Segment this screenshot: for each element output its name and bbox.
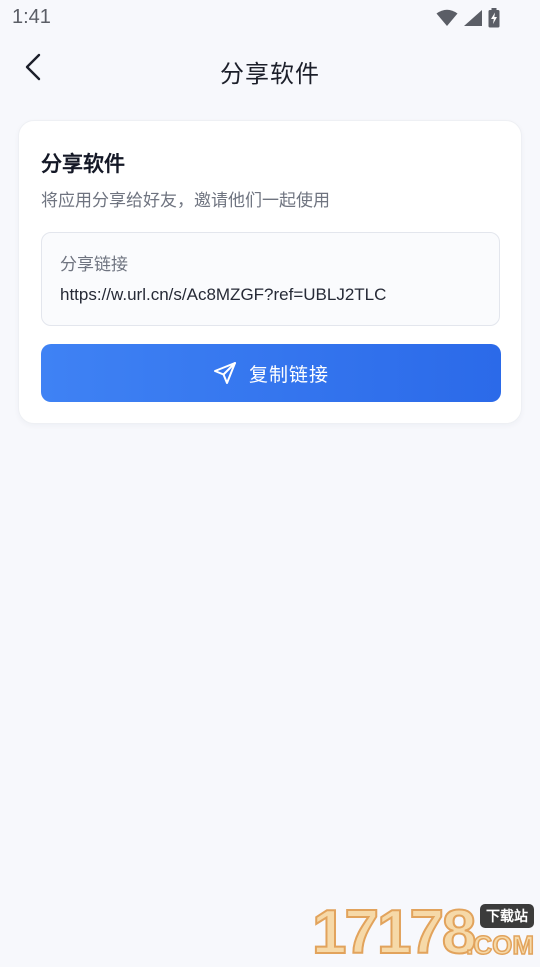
watermark-tag: 下载站 <box>480 904 534 928</box>
cellular-signal-icon <box>463 9 483 27</box>
card-title: 分享软件 <box>41 152 125 176</box>
status-time: 1:41 <box>12 6 51 28</box>
header-bar: 分享软件 <box>0 40 540 98</box>
share-link-box[interactable]: 分享链接 https://w.url.cn/s/Ac8MZGF?ref=UBLJ… <box>41 232 500 326</box>
share-card: 分享软件 将应用分享给好友，邀请他们一起使用 分享链接 https://w.ur… <box>18 120 522 424</box>
status-icons <box>436 7 500 29</box>
copy-link-label: 复制链接 <box>248 363 329 386</box>
battery-charging-icon <box>488 8 500 28</box>
send-icon <box>213 361 237 385</box>
site-watermark-logo: 17178 下载站 .COM <box>311 900 536 965</box>
watermark-suffix: .COM <box>465 930 534 960</box>
share-link-label: 分享链接 <box>60 255 128 275</box>
card-subtitle: 将应用分享给好友，邀请他们一起使用 <box>41 191 330 211</box>
copy-link-button[interactable]: 复制链接 <box>41 344 501 402</box>
wifi-icon <box>436 9 458 27</box>
share-link-url[interactable]: https://w.url.cn/s/Ac8MZGF?ref=UBLJ2TLC <box>60 285 386 305</box>
status-bar: 1:41 <box>0 0 540 36</box>
page-title: 分享软件 <box>220 60 320 88</box>
watermark-digits: 17178 <box>311 898 477 967</box>
